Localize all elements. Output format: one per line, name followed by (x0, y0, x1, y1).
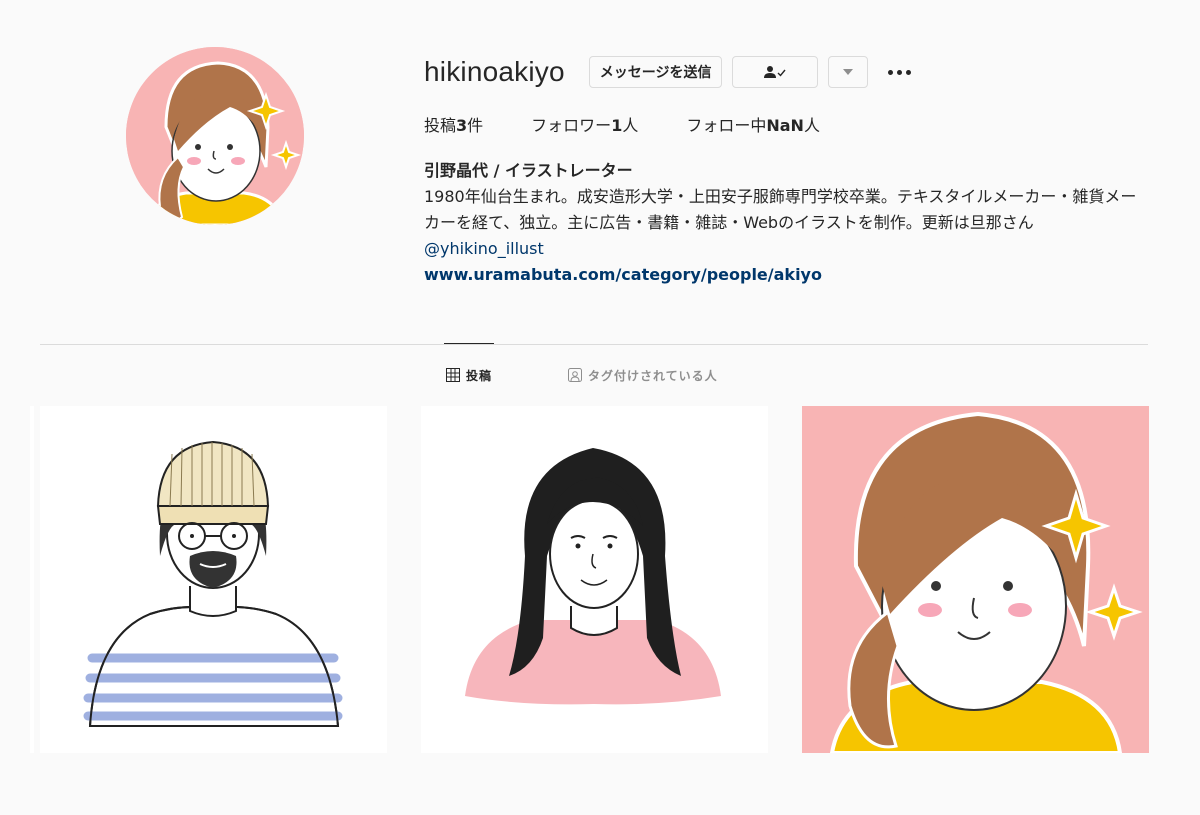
person-check-icon (764, 66, 787, 78)
followers-link[interactable]: フォロワー1人 (531, 112, 638, 136)
following-link[interactable]: フォロー中NaN人 (686, 112, 820, 136)
post-thumbnail[interactable] (40, 406, 387, 753)
profile-header: hikinoakiyo メッセージを送信 投稿3件 フォロワー1人 フォロー中N… (424, 50, 1164, 288)
posts-count: 投稿3件 (424, 116, 484, 135)
post-image-woman-ponytail (802, 406, 1149, 753)
profile-tabs: 投稿 タグ付けされている人 (0, 343, 1200, 406)
following-button[interactable] (732, 56, 819, 88)
profile-action-row: hikinoakiyo メッセージを送信 (424, 50, 1164, 94)
avatar-illustration (126, 47, 304, 225)
post-thumbnail[interactable] (421, 406, 768, 753)
profile-bio: 引野晶代 / イラストレーター 1980年仙台生まれ。成安造形大学・上田安子服飾… (424, 158, 1144, 288)
post-thumbnail[interactable] (802, 406, 1149, 753)
triangle-down-icon (843, 69, 854, 75)
tag-person-icon (568, 368, 582, 382)
post-image-woman-long-hair (421, 406, 768, 753)
suggestions-dropdown-button[interactable] (828, 56, 869, 88)
mention-link[interactable]: @yhikino_illust (424, 239, 544, 258)
tab-posts-label: 投稿 (466, 368, 493, 383)
tab-posts[interactable]: 投稿 (443, 343, 495, 406)
ellipsis-icon (888, 69, 894, 75)
grid-icon (446, 368, 460, 382)
tab-tagged-label: タグ付けされている人 (588, 368, 718, 383)
previous-post-edge (30, 406, 34, 753)
profile-stats: 投稿3件 フォロワー1人 フォロー中NaN人 (424, 112, 1164, 136)
post-image-man-beanie (40, 406, 387, 753)
tab-tagged[interactable]: タグ付けされている人 (568, 344, 718, 406)
bio-text: 1980年仙台生まれ。成安造形大学・上田安子服飾専門学校卒業。テキスタイルメーカ… (424, 187, 1137, 258)
more-options-button[interactable] (884, 66, 915, 79)
profile-avatar[interactable] (126, 47, 304, 225)
full-name: 引野晶代 / イラストレーター (424, 161, 633, 180)
username: hikinoakiyo (424, 56, 565, 87)
website-link[interactable]: www.uramabuta.com/category/people/akiyo (424, 262, 1144, 288)
message-button[interactable]: メッセージを送信 (588, 56, 723, 88)
